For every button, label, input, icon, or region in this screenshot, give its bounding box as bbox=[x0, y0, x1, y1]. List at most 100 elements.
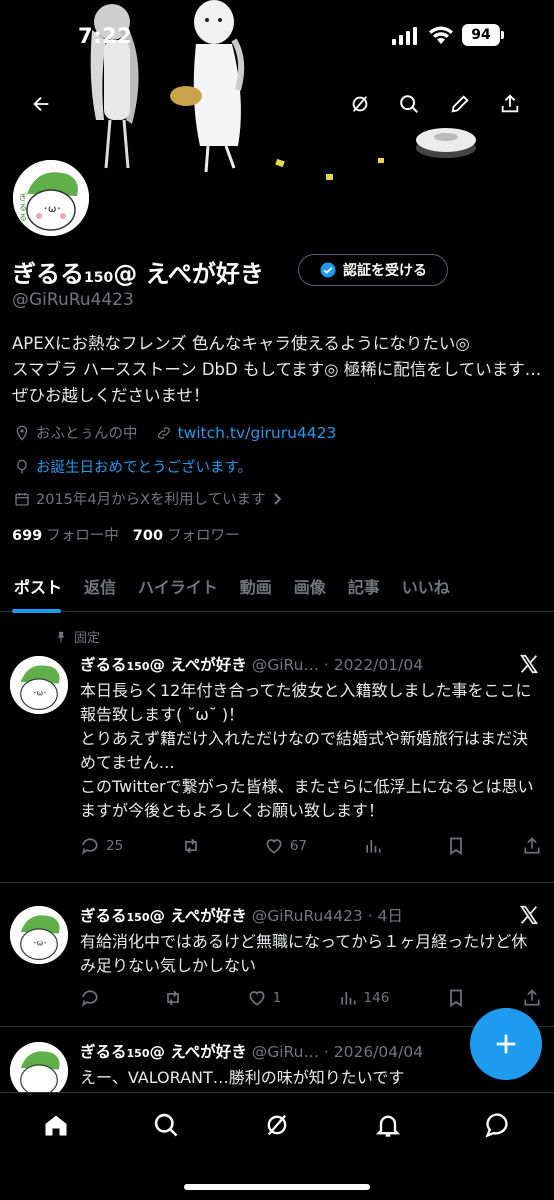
profile-avatar[interactable]: ･ω･ ぎ る る bbox=[10, 157, 92, 239]
post-handle-time: @GiRuRu4423 · 4日 bbox=[251, 907, 403, 925]
post-author-name-main: ぎるる bbox=[80, 656, 127, 674]
svg-text:･ω･: ･ω･ bbox=[33, 689, 47, 698]
tab-highlights[interactable]: ハイライト bbox=[127, 560, 229, 612]
post-header: ぎるる150@ えぺが好き @GiRuRu4423 · 4日 bbox=[80, 904, 403, 926]
cellular-signal-icon bbox=[392, 27, 417, 45]
repost-button[interactable] bbox=[180, 836, 208, 856]
tab-likes[interactable]: いいね bbox=[391, 560, 461, 612]
avatar-image: ･ω･ bbox=[10, 656, 68, 714]
share-post-button[interactable] bbox=[522, 836, 542, 856]
post-author-name-rest: @ えぺが好き bbox=[149, 656, 247, 674]
nav-messages[interactable] bbox=[474, 1101, 522, 1149]
post-author-name[interactable]: ぎるる150@ えぺが好き bbox=[80, 907, 247, 925]
views-icon bbox=[366, 840, 381, 853]
profile-meta-line: おふとぅんの中 twitch.tv/giruru4423 bbox=[14, 422, 336, 443]
nav-notifications[interactable] bbox=[364, 1101, 412, 1149]
post-actions: 1 146 bbox=[80, 988, 542, 1008]
reply-icon bbox=[82, 990, 98, 1007]
profile-name-main: ぎるる bbox=[12, 260, 84, 288]
wifi-icon bbox=[429, 26, 453, 44]
link-icon bbox=[157, 426, 170, 439]
chevron-right-icon bbox=[273, 492, 282, 505]
post-author-name-sub: 150 bbox=[126, 1047, 150, 1060]
search-button[interactable] bbox=[391, 86, 427, 122]
reply-button[interactable]: 25 bbox=[80, 836, 123, 856]
views-icon bbox=[340, 992, 356, 1005]
edit-button[interactable] bbox=[442, 86, 478, 122]
profile-name: ぎるる150@ えぺが好き bbox=[12, 254, 264, 289]
x-logo-icon bbox=[519, 905, 539, 925]
location: おふとぅんの中 bbox=[14, 422, 138, 443]
post-item[interactable]: 固定 ･ω･ ぎるる150@ えぺが好き @GiRu… · 2022/01/04… bbox=[0, 613, 554, 883]
followers-count: 700 bbox=[132, 528, 164, 544]
followers-label: フォロワー bbox=[167, 528, 240, 544]
post-item[interactable]: ･ω･ ぎるる150@ えぺが好き @GiRuRu4423 · 4日 有給消化中… bbox=[0, 884, 554, 1027]
repost-icon bbox=[167, 990, 180, 1006]
following-link[interactable]: 699 フォロー中 bbox=[12, 524, 119, 545]
tab-replies[interactable]: 返信 bbox=[73, 560, 127, 612]
like-count: 1 bbox=[272, 990, 282, 1006]
post-author-name-sub: 150 bbox=[126, 660, 150, 673]
joined-text: 2015年4月からXを利用しています bbox=[36, 492, 266, 508]
bookmark-button[interactable] bbox=[446, 836, 466, 856]
nav-search[interactable] bbox=[142, 1101, 190, 1149]
grok-icon bbox=[352, 96, 368, 112]
back-button[interactable] bbox=[23, 86, 59, 122]
home-icon bbox=[45, 1115, 67, 1136]
battery-tip bbox=[501, 31, 504, 39]
svg-text:ぎ: ぎ bbox=[19, 192, 27, 202]
post-author-name[interactable]: ぎるる150@ えぺが好き bbox=[80, 1043, 247, 1061]
tab-articles[interactable]: 記事 bbox=[337, 560, 391, 612]
share-button[interactable] bbox=[492, 86, 528, 122]
post-text: 本日長らく12年付き合ってた彼女と入籍致しました事をここに報告致します( ˘ω˘… bbox=[80, 681, 534, 820]
post-author-name-rest: @ えぺが好き bbox=[149, 1043, 247, 1061]
messages-icon bbox=[485, 1113, 508, 1138]
battery-indicator: 94 bbox=[462, 24, 500, 46]
repost-button[interactable] bbox=[162, 988, 190, 1008]
post-header: ぎるる150@ えぺが好き @GiRu… · 2026/04/04 bbox=[80, 1040, 423, 1062]
post-avatar[interactable] bbox=[10, 1042, 68, 1092]
notifications-icon bbox=[375, 1115, 401, 1137]
post-avatar[interactable]: ･ω･ bbox=[10, 906, 68, 964]
reply-button[interactable] bbox=[80, 988, 106, 1008]
get-verified-button[interactable]: 認証を受ける bbox=[298, 254, 448, 286]
heart-icon bbox=[249, 991, 265, 1006]
post-author-name[interactable]: ぎるる150@ えぺが好き bbox=[80, 656, 247, 674]
following-count: 699 bbox=[12, 528, 43, 544]
share-icon bbox=[524, 989, 540, 1006]
tab-images[interactable]: 画像 bbox=[283, 560, 337, 612]
location-text: おふとぅんの中 bbox=[36, 426, 138, 442]
views-button[interactable] bbox=[363, 836, 389, 856]
like-button[interactable]: 1 bbox=[247, 988, 282, 1008]
post-avatar[interactable]: ･ω･ bbox=[10, 656, 68, 714]
compose-post-button[interactable] bbox=[470, 1008, 542, 1080]
bookmark-button[interactable] bbox=[446, 988, 466, 1008]
nav-grok[interactable] bbox=[253, 1101, 301, 1149]
location-pin-icon bbox=[16, 425, 28, 441]
profile-link[interactable]: twitch.tv/giruru4423 bbox=[156, 424, 337, 442]
joined-row[interactable]: 2015年4月からXを利用しています bbox=[14, 488, 284, 509]
svg-text:る: る bbox=[19, 203, 27, 212]
profile-link-text[interactable]: twitch.tv/giruru4423 bbox=[178, 424, 337, 442]
share-icon bbox=[501, 94, 519, 113]
birthday-text[interactable]: お誕生日おめでとうございます。 bbox=[36, 456, 252, 477]
get-verified-label: 認証を受ける bbox=[343, 263, 427, 279]
nav-home[interactable] bbox=[32, 1101, 80, 1149]
search-icon bbox=[154, 1113, 178, 1137]
post-text: 有給消化中ではあるけど無職になってから１ヶ月経ったけど休み足りない気しかしない bbox=[80, 932, 528, 975]
birthday-row: お誕生日おめでとうございます。 bbox=[14, 456, 252, 477]
share-post-button[interactable] bbox=[522, 988, 542, 1008]
views-button[interactable]: 146 bbox=[338, 988, 389, 1008]
profile-banner[interactable]: 7:22 94 bbox=[0, 0, 554, 200]
grok-button[interactable] bbox=[342, 86, 378, 122]
post-author-name-sub: 150 bbox=[126, 911, 150, 924]
x-logo-icon bbox=[519, 654, 539, 674]
heart-icon bbox=[266, 839, 282, 854]
edit-icon bbox=[451, 95, 469, 113]
like-button[interactable]: 67 bbox=[264, 836, 307, 856]
calendar-icon bbox=[15, 492, 29, 506]
followers-link[interactable]: 700 フォロワー bbox=[133, 524, 240, 545]
tab-posts[interactable]: ポスト bbox=[0, 560, 73, 613]
tab-videos[interactable]: 動画 bbox=[229, 560, 283, 612]
profile-name-sub: 150 bbox=[84, 270, 114, 286]
